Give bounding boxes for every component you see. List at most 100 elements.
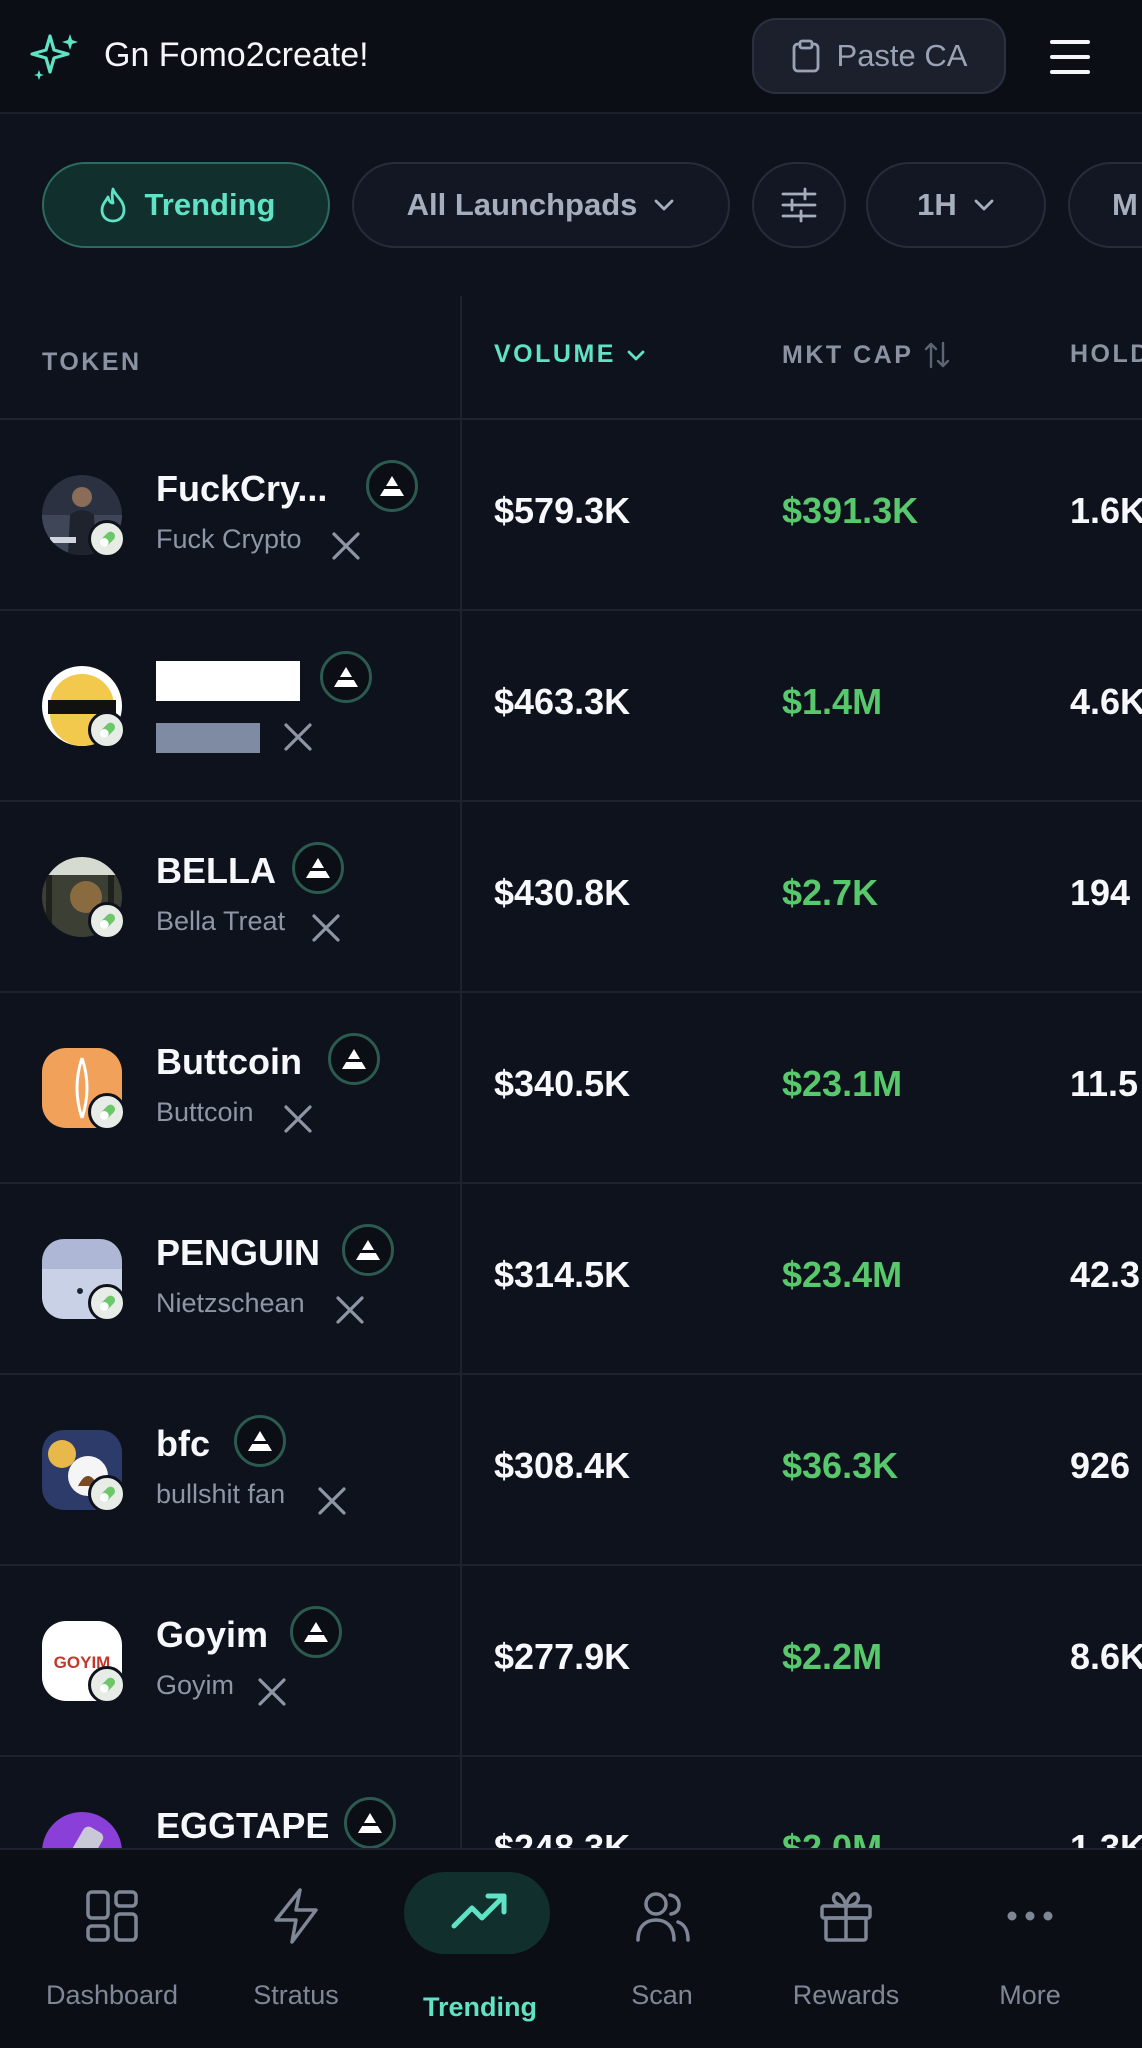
partial-filter-chip[interactable]: M <box>1068 162 1142 248</box>
holders-value: 194 <box>1070 872 1131 913</box>
mkt-cap-value: $2.2M <box>782 1636 883 1677</box>
paste-ca-label: Paste CA <box>836 38 968 73</box>
token-name: EGGTAPE <box>156 1805 330 1846</box>
chevron-down-icon <box>655 199 674 211</box>
mkt-cap-value: $391.3K <box>782 490 919 531</box>
table-row[interactable]: BELLA Bella Treat $430.8K $2.7K 194 <box>0 802 1142 993</box>
nav-label-trending: Trending <box>423 1992 537 2022</box>
redacted-token-name <box>156 661 300 701</box>
holders-value: 11.5 <box>1070 1063 1139 1104</box>
trending-filter-chip[interactable]: Trending <box>42 162 330 248</box>
sort-icon <box>925 341 950 369</box>
token-name: PENGUIN <box>156 1232 321 1273</box>
token-name: BELLA <box>156 850 276 891</box>
mkt-cap-header-label: MKT CAP <box>782 340 914 369</box>
x-social-icon[interactable] <box>282 721 314 753</box>
volume-value: $308.4K <box>494 1445 631 1486</box>
chevron-down-icon <box>974 199 994 211</box>
token-column-header[interactable]: TOKEN <box>42 348 142 377</box>
volume-column-header[interactable]: VOLUME <box>494 340 646 369</box>
nav-label-scan: Scan <box>631 1980 693 2010</box>
pill-icon <box>88 1666 126 1704</box>
volume-value: $463.3K <box>494 681 631 722</box>
mkt-cap-value: $23.4M <box>782 1254 903 1295</box>
volume-header-label: VOLUME <box>494 340 616 368</box>
pill-icon <box>88 1284 126 1322</box>
x-social-icon[interactable] <box>316 1485 348 1517</box>
nav-item-stratus[interactable]: Stratus <box>204 1850 388 2048</box>
launchpad-icon[interactable] <box>320 651 372 703</box>
pill-icon <box>88 1475 126 1513</box>
pill-icon <box>88 520 126 558</box>
table-header: TOKEN VOLUME MKT CAP HOLD <box>0 296 1142 420</box>
table-row[interactable]: GOYIM Goyim Goyim $277.9K $2.2M 8.6K <box>0 1566 1142 1757</box>
nav-label-more: More <box>999 1980 1061 2010</box>
x-social-icon[interactable] <box>334 1294 366 1326</box>
volume-value: $277.9K <box>494 1636 631 1677</box>
launchpad-icon[interactable] <box>290 1606 342 1658</box>
timeframe-dropdown[interactable]: 1H <box>866 162 1046 248</box>
x-social-icon[interactable] <box>330 530 362 562</box>
table-row[interactable]: $463.3K $1.4M 4.6K <box>0 611 1142 802</box>
flame-icon <box>100 187 125 223</box>
token-subtitle: Nietzschean <box>156 1288 305 1318</box>
table-row[interactable]: FuckCry... Fuck Crypto $579.3K $391.3K 1… <box>0 420 1142 611</box>
pill-icon <box>88 902 126 940</box>
trending-filter-label: Trending <box>144 187 276 222</box>
table-row[interactable]: PENGUIN Nietzschean $314.5K $23.4M 42.3 <box>0 1184 1142 1375</box>
bottom-navigation: Dashboard Stratus Trending Scan Rewards … <box>0 1848 1142 2048</box>
nav-item-more[interactable]: More <box>938 1850 1122 2048</box>
sliders-icon <box>781 187 817 223</box>
top-header: Gn Fomo2create! Paste CA <box>0 0 1142 114</box>
launchpad-icon[interactable] <box>344 1797 396 1849</box>
timeframe-label: 1H <box>917 187 957 222</box>
clipboard-icon <box>792 39 819 73</box>
token-name: Buttcoin <box>156 1041 302 1082</box>
gift-icon <box>820 1892 872 1942</box>
volume-value: $430.8K <box>494 872 631 913</box>
mkt-cap-value: $1.4M <box>782 681 883 722</box>
chevron-down-icon <box>627 350 645 360</box>
launchpad-icon[interactable] <box>342 1224 394 1276</box>
launchpads-dropdown[interactable]: All Launchpads <box>352 162 730 248</box>
nav-label-stratus: Stratus <box>253 1980 339 2010</box>
table-row[interactable]: Buttcoin Buttcoin $340.5K $23.1M 11.5 <box>0 993 1142 1184</box>
table-row[interactable]: bfc bullshit fan $308.4K $36.3K 926 <box>0 1375 1142 1566</box>
filter-settings-button[interactable] <box>752 162 846 248</box>
trending-up-icon <box>451 1893 507 1929</box>
launchpads-label: All Launchpads <box>406 187 638 222</box>
nav-label-dashboard: Dashboard <box>45 1980 179 2010</box>
nav-label-rewards: Rewards <box>792 1980 900 2010</box>
greeting-text: Gn Fomo2create! <box>104 36 369 74</box>
launchpad-icon[interactable] <box>328 1033 380 1085</box>
holders-column-header[interactable]: HOLD <box>1070 340 1142 369</box>
holders-value: 8.6K <box>1070 1636 1142 1677</box>
x-social-icon[interactable] <box>310 912 342 944</box>
launchpad-icon[interactable] <box>292 842 344 894</box>
partial-filter-label: M <box>1112 187 1138 222</box>
token-subtitle: Bella Treat <box>156 906 286 936</box>
launchpad-icon[interactable] <box>366 460 418 512</box>
lightning-icon <box>274 1888 318 1944</box>
volume-value: $314.5K <box>494 1254 631 1295</box>
launchpad-icon[interactable] <box>234 1415 286 1467</box>
sparkle-icon[interactable] <box>30 32 82 82</box>
mkt-cap-column-header[interactable]: MKT CAP <box>782 340 951 370</box>
nav-item-trending[interactable]: Trending <box>388 1850 572 2048</box>
nav-item-dashboard[interactable]: Dashboard <box>20 1850 204 2048</box>
token-subtitle: bullshit fan <box>156 1479 286 1509</box>
token-subtitle: Goyim <box>156 1670 235 1700</box>
holders-value: 4.6K <box>1070 681 1142 722</box>
token-subtitle: Fuck Crypto <box>156 524 302 554</box>
token-name: Goyim <box>156 1614 269 1655</box>
trending-page: Gn Fomo2create! Paste CA Trending All La… <box>0 0 1142 2048</box>
hamburger-menu-icon[interactable] <box>1040 36 1100 78</box>
x-social-icon[interactable] <box>256 1676 288 1708</box>
holders-value: 42.3 <box>1070 1254 1141 1295</box>
holders-value: 1.6K <box>1070 490 1142 531</box>
nav-item-scan[interactable]: Scan <box>570 1850 754 2048</box>
paste-ca-button[interactable]: Paste CA <box>752 18 1006 94</box>
nav-item-rewards[interactable]: Rewards <box>754 1850 938 2048</box>
x-social-icon[interactable] <box>282 1103 314 1135</box>
volume-value: $340.5K <box>494 1063 631 1104</box>
